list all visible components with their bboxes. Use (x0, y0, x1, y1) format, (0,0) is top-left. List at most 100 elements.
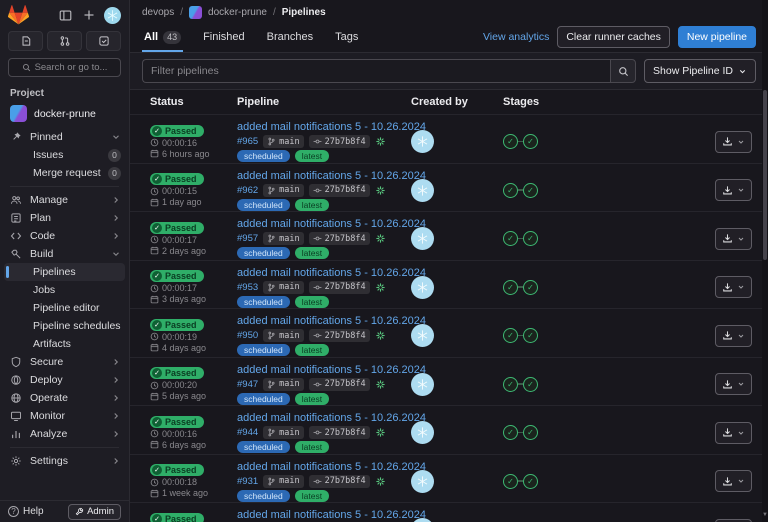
scheduled-label[interactable]: scheduled (237, 150, 290, 162)
help-button[interactable]: ? Help (8, 506, 44, 517)
creator-avatar[interactable] (411, 373, 434, 396)
stage-passed-icon[interactable]: ✓ (503, 328, 518, 343)
tab-finished[interactable]: Finished (201, 24, 247, 52)
pipeline-id-link[interactable]: #944 (237, 427, 258, 438)
scheduled-label[interactable]: scheduled (237, 441, 290, 453)
stage-passed-icon[interactable]: ✓ (523, 377, 538, 392)
creator-avatar[interactable] (411, 227, 434, 250)
status-badge[interactable]: ✓ Passed (150, 125, 204, 137)
branch-chip[interactable]: main (263, 475, 303, 488)
gitlab-logo[interactable] (8, 5, 29, 25)
branch-chip[interactable]: main (263, 426, 303, 439)
tab-tags[interactable]: Tags (333, 24, 360, 52)
pipeline-title-link[interactable]: added mail notifications 5 - 10.26.2024 (237, 315, 411, 327)
creator-avatar[interactable] (411, 470, 434, 493)
scheduled-label[interactable]: scheduled (237, 344, 290, 356)
sidebar-item-merge-requests[interactable]: Merge requests0 (0, 164, 129, 182)
sidebar-item-jobs[interactable]: Jobs (0, 281, 129, 299)
filter-pipelines-input[interactable] (142, 59, 610, 83)
latest-label[interactable]: latest (295, 441, 329, 453)
commit-chip[interactable]: 27b7b8f4 (309, 281, 370, 294)
sidebar-item-plan[interactable]: Plan (0, 209, 129, 227)
breadcrumb-group[interactable]: devops (142, 7, 174, 18)
scrollbar[interactable]: ▼ (762, 0, 768, 522)
sidebar-item-issues[interactable]: Issues0 (0, 146, 129, 164)
branch-chip[interactable]: main (263, 135, 303, 148)
commit-chip[interactable]: 27b7b8f4 (309, 426, 370, 439)
sidebar-item-operate[interactable]: Operate (0, 389, 129, 407)
status-badge[interactable]: ✓ Passed (150, 416, 204, 428)
stage-passed-icon[interactable]: ✓ (523, 425, 538, 440)
stage-passed-icon[interactable]: ✓ (503, 134, 518, 149)
scheduled-label[interactable]: scheduled (237, 490, 290, 502)
sidebar-item-monitor[interactable]: Monitor (0, 407, 129, 425)
branch-chip[interactable]: main (263, 184, 303, 197)
sidebar-item-build[interactable]: Build (0, 245, 129, 263)
download-artifacts-button[interactable] (715, 228, 752, 250)
download-artifacts-button[interactable] (715, 325, 752, 347)
status-badge[interactable]: ✓ Passed (150, 464, 204, 476)
creator-avatar[interactable] (411, 518, 434, 522)
branch-chip[interactable]: main (263, 329, 303, 342)
sidebar-item-secure[interactable]: Secure (0, 353, 129, 371)
stage-passed-icon[interactable]: ✓ (523, 474, 538, 489)
stage-passed-icon[interactable]: ✓ (503, 474, 518, 489)
pipeline-id-link[interactable]: #953 (237, 282, 258, 293)
latest-label[interactable]: latest (295, 247, 329, 259)
scheduled-label[interactable]: scheduled (237, 393, 290, 405)
download-artifacts-button[interactable] (715, 519, 752, 522)
branch-chip[interactable]: main (263, 281, 303, 294)
download-artifacts-button[interactable] (715, 470, 752, 492)
sidebar-item-code[interactable]: Code (0, 227, 129, 245)
pipeline-title-link[interactable]: added mail notifications 5 - 10.26.2024 (237, 267, 411, 279)
stage-passed-icon[interactable]: ✓ (503, 425, 518, 440)
pipeline-id-link[interactable]: #957 (237, 233, 258, 244)
branch-chip[interactable]: main (263, 378, 303, 391)
commit-chip[interactable]: 27b7b8f4 (309, 329, 370, 342)
commit-chip[interactable]: 27b7b8f4 (309, 184, 370, 197)
creator-avatar[interactable] (411, 421, 434, 444)
create-new-icon[interactable] (80, 6, 98, 24)
sidebar-item-analyze[interactable]: Analyze (0, 425, 129, 443)
stage-passed-icon[interactable]: ✓ (523, 231, 538, 246)
pipeline-title-link[interactable]: added mail notifications 5 - 10.26.2024 (237, 121, 411, 133)
stage-passed-icon[interactable]: ✓ (503, 280, 518, 295)
creator-avatar[interactable] (411, 130, 434, 153)
commit-chip[interactable]: 27b7b8f4 (309, 475, 370, 488)
scheduled-label[interactable]: scheduled (237, 296, 290, 308)
latest-label[interactable]: latest (295, 393, 329, 405)
download-artifacts-button[interactable] (715, 373, 752, 395)
status-badge[interactable]: ✓ Passed (150, 173, 204, 185)
stage-passed-icon[interactable]: ✓ (523, 328, 538, 343)
pipeline-id-link[interactable]: #965 (237, 136, 258, 147)
pipeline-title-link[interactable]: added mail notifications 5 - 10.26.2024 (237, 461, 411, 473)
latest-label[interactable]: latest (295, 344, 329, 356)
download-artifacts-button[interactable] (715, 131, 752, 153)
stage-passed-icon[interactable]: ✓ (523, 134, 538, 149)
stage-passed-icon[interactable]: ✓ (503, 231, 518, 246)
commit-chip[interactable]: 27b7b8f4 (309, 135, 370, 148)
stage-passed-icon[interactable]: ✓ (523, 183, 538, 198)
sidebar-item-pipeline-editor[interactable]: Pipeline editor (0, 299, 129, 317)
status-badge[interactable]: ✓ Passed (150, 513, 204, 522)
breadcrumb-project[interactable]: docker-prune (208, 7, 267, 18)
status-badge[interactable]: ✓ Passed (150, 319, 204, 331)
sidebar-item-pinned[interactable]: Pinned (0, 128, 129, 146)
sidebar-item-pipeline-schedules[interactable]: Pipeline schedules (0, 317, 129, 335)
stage-passed-icon[interactable]: ✓ (503, 183, 518, 198)
stage-passed-icon[interactable]: ✓ (523, 280, 538, 295)
sidebar-project-item[interactable]: docker-prune (0, 101, 129, 126)
pipeline-title-link[interactable]: added mail notifications 5 - 10.26.2024 (237, 509, 411, 521)
creator-avatar[interactable] (411, 276, 434, 299)
collapse-sidebar-icon[interactable] (56, 6, 74, 24)
status-badge[interactable]: ✓ Passed (150, 367, 204, 379)
pipeline-id-link[interactable]: #950 (237, 330, 258, 341)
new-pipeline-button[interactable]: New pipeline (678, 26, 756, 48)
status-badge[interactable]: ✓ Passed (150, 270, 204, 282)
commit-chip[interactable]: 27b7b8f4 (309, 378, 370, 391)
download-artifacts-button[interactable] (715, 276, 752, 298)
creator-avatar[interactable] (411, 179, 434, 202)
filter-search-button[interactable] (610, 59, 636, 83)
sidebar-item-artifacts[interactable]: Artifacts (0, 335, 129, 353)
tab-branches[interactable]: Branches (265, 24, 315, 52)
